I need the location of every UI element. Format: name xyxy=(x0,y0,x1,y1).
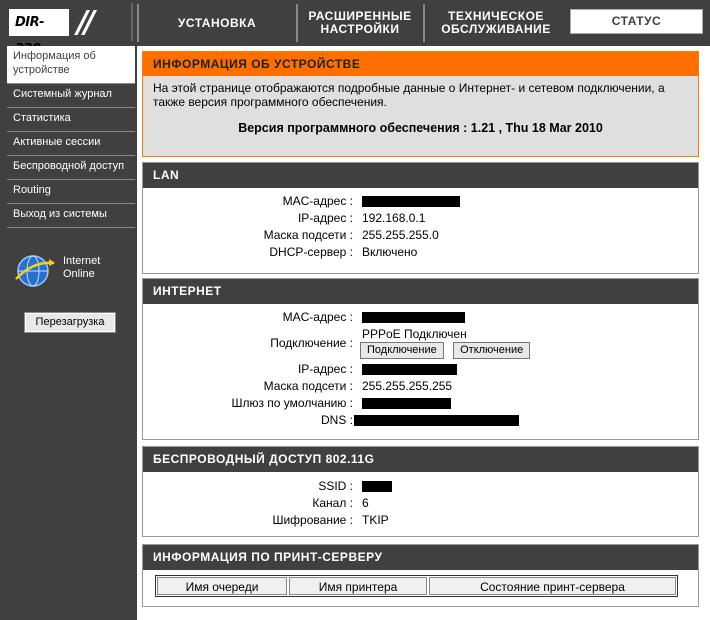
sidebar-item-system-log[interactable]: Системный журнал xyxy=(7,84,135,108)
wireless-channel-value: 6 xyxy=(362,496,369,510)
lan-mac-label: MAC-адрес : xyxy=(282,194,353,208)
internet-dns-label: DNS : xyxy=(320,413,353,427)
wireless-box: БЕСПРОВОДНЫЙ ДОСТУП 802.11G SSID : Канал… xyxy=(142,446,699,537)
disconnect-button[interactable]: Отключение xyxy=(453,342,531,359)
internet-status-text: Internet Online xyxy=(63,255,100,281)
internet-connection-label: Подключение : xyxy=(270,336,353,350)
wireless-encryption-row: Шифрование : TKIP xyxy=(143,512,698,529)
internet-dns-row: DNS : xyxy=(143,412,698,429)
tab-advanced[interactable]: РАСШИРЕННЫЕ НАСТРОЙКИ xyxy=(296,4,422,42)
lan-mask-value: 255.255.255.0 xyxy=(362,228,439,242)
internet-connection-buttons: Подключение Отключение xyxy=(360,342,531,359)
lan-mac-value xyxy=(362,193,460,210)
wireless-ssid-value xyxy=(362,478,392,495)
lan-dhcp-value: Включено xyxy=(362,245,418,259)
internet-gateway-label: Шлюз по умолчанию : xyxy=(231,396,353,410)
wireless-title: БЕСПРОВОДНЫЙ ДОСТУП 802.11G xyxy=(143,447,698,472)
internet-title: ИНТЕРНЕТ xyxy=(143,279,698,304)
tab-status[interactable]: СТАТУС xyxy=(570,9,703,34)
column-header-printer: Имя принтера xyxy=(289,577,427,595)
column-header-state: Состояние принт-сервера xyxy=(429,577,676,595)
sidebar: Информация об устройстве Системный журна… xyxy=(7,46,135,620)
internet-mask-row: Маска подсети : 255.255.255.255 xyxy=(143,378,698,395)
internet-mac-label: MAC-адрес : xyxy=(282,310,353,324)
wireless-channel-label: Канал : xyxy=(312,496,353,510)
lan-ip-value: 192.168.0.1 xyxy=(362,211,426,225)
internet-mask-label: Маска подсети : xyxy=(263,379,353,393)
logo-model-text: DIR-320 xyxy=(9,9,69,57)
tab-maintenance[interactable]: ТЕХНИЧЕСКОЕ ОБСЛУЖИВАНИЕ xyxy=(423,4,567,42)
internet-dns-value xyxy=(354,412,519,429)
reboot-button[interactable]: Перезагрузка xyxy=(24,312,116,333)
dlink-logo: DIR-320 // xyxy=(5,3,133,57)
lan-box: LAN MAC-адрес : IP-адрес : 192.168.0.1 М… xyxy=(142,162,699,274)
internet-mac-row: MAC-адрес : xyxy=(143,309,698,326)
internet-gateway-row: Шлюз по умолчанию : xyxy=(143,395,698,412)
connect-button[interactable]: Подключение xyxy=(360,342,444,359)
sidebar-item-logout[interactable]: Выход из системы xyxy=(7,204,135,228)
internet-connection-value: PPPoE Подключен xyxy=(362,327,467,341)
wireless-ssid-row: SSID : xyxy=(143,478,698,495)
lan-dhcp-row: DHCP-сервер : Включено xyxy=(143,244,698,261)
device-info-title: ИНФОРМАЦИЯ ОБ УСТРОЙСТВЕ xyxy=(143,52,698,76)
internet-ip-value xyxy=(362,361,457,378)
sidebar-item-active-sessions[interactable]: Активные сессии xyxy=(7,132,135,156)
print-server-title: ИНФОРМАЦИЯ ПО ПРИНТ-СЕРВЕРУ xyxy=(143,545,698,570)
sidebar-item-device-info[interactable]: Информация об устройстве xyxy=(7,46,135,84)
lan-mac-row: MAC-адрес : xyxy=(143,193,698,210)
print-server-box: ИНФОРМАЦИЯ ПО ПРИНТ-СЕРВЕРУ Имя очереди … xyxy=(142,544,699,607)
internet-status-line1: Internet xyxy=(63,255,101,267)
lan-ip-row: IP-адрес : 192.168.0.1 xyxy=(143,210,698,227)
device-info-box: ИНФОРМАЦИЯ ОБ УСТРОЙСТВЕ На этой страниц… xyxy=(142,51,699,157)
sidebar-item-routing[interactable]: Routing xyxy=(7,180,135,204)
wireless-encryption-label: Шифрование : xyxy=(272,513,353,527)
internet-gateway-value xyxy=(362,395,451,412)
globe-icon xyxy=(15,255,55,287)
sidebar-item-wireless[interactable]: Беспроводной доступ xyxy=(7,156,135,180)
wireless-encryption-value: TKIP xyxy=(362,513,389,527)
print-server-table: Имя очереди Имя принтера Состояние принт… xyxy=(155,575,678,597)
internet-mac-value xyxy=(362,309,465,326)
sidebar-item-statistics[interactable]: Статистика xyxy=(7,108,135,132)
lan-title: LAN xyxy=(143,163,698,188)
column-header-queue: Имя очереди xyxy=(157,577,287,595)
logo-slash-icon: // xyxy=(77,5,95,40)
firmware-version: Версия программного обеспечения : 1.21 ,… xyxy=(238,121,603,135)
internet-status: Internet Online xyxy=(13,251,129,291)
wireless-channel-row: Канал : 6 xyxy=(143,495,698,512)
top-bar: DIR-320 // УСТАНОВКА РАСШИРЕННЫЕ НАСТРОЙ… xyxy=(0,0,710,57)
internet-mask-value: 255.255.255.255 xyxy=(362,379,453,393)
lan-mask-label: Маска подсети : xyxy=(263,228,353,242)
internet-box: ИНТЕРНЕТ MAC-адрес : Подключение : PPPoE… xyxy=(142,278,699,440)
device-info-description: На этой странице отображаются подробные … xyxy=(153,81,665,109)
main-content: ИНФОРМАЦИЯ ОБ УСТРОЙСТВЕ На этой страниц… xyxy=(137,46,710,620)
tab-setup[interactable]: УСТАНОВКА xyxy=(137,4,295,42)
internet-ip-label: IP-адрес : xyxy=(297,362,353,376)
internet-status-line2: Online xyxy=(63,268,95,280)
lan-mask-row: Маска подсети : 255.255.255.0 xyxy=(143,227,698,244)
internet-ip-row: IP-адрес : xyxy=(143,361,698,378)
wireless-ssid-label: SSID : xyxy=(318,479,353,493)
lan-ip-label: IP-адрес : xyxy=(297,211,353,225)
lan-dhcp-label: DHCP-сервер : xyxy=(269,245,353,259)
